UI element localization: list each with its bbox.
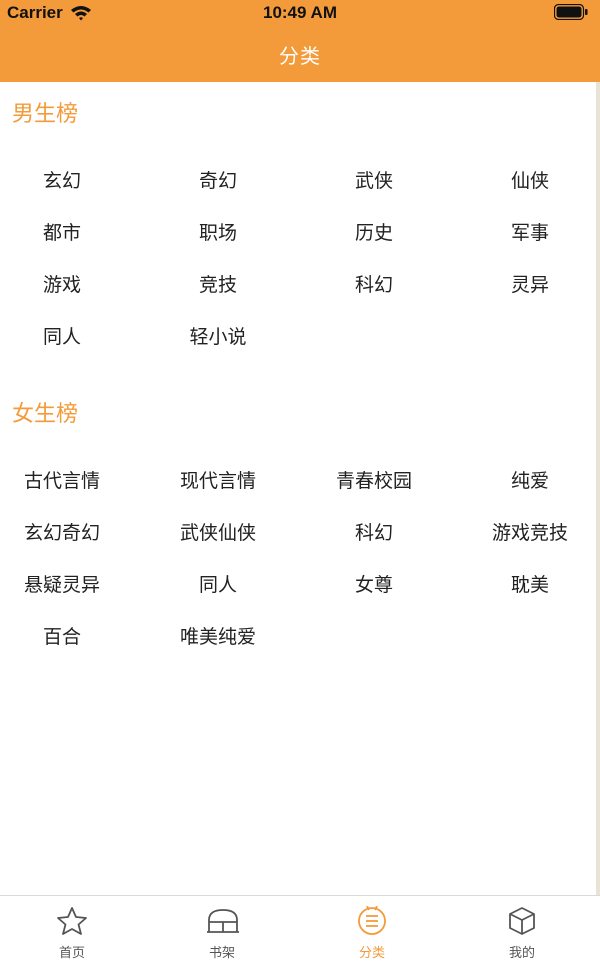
category-item[interactable]: 同人	[143, 570, 293, 600]
category-icon	[358, 906, 386, 935]
tab-bar: 首页 书架 分类 我的	[0, 895, 600, 978]
tab-label: 我的	[508, 946, 535, 961]
category-item[interactable]: 灵异	[455, 270, 600, 300]
category-item[interactable]: 游戏	[0, 270, 137, 300]
tab-home[interactable]: 首页	[0, 896, 147, 978]
tab-mine[interactable]: 我的	[447, 896, 597, 978]
category-item[interactable]: 古代言情	[0, 466, 137, 496]
tab-label: 分类	[358, 946, 385, 961]
category-item[interactable]: 仙侠	[455, 166, 600, 196]
category-item[interactable]: 职场	[143, 218, 293, 248]
tab-label: 首页	[58, 946, 85, 961]
category-item[interactable]: 纯爱	[455, 466, 600, 496]
category-item[interactable]: 武侠	[299, 166, 449, 196]
category-item[interactable]: 玄幻	[0, 166, 137, 196]
category-item[interactable]: 科幻	[299, 518, 449, 548]
tab-category[interactable]: 分类	[297, 896, 447, 978]
category-item[interactable]: 百合	[0, 622, 137, 652]
section-title-female: 女生榜	[12, 402, 79, 427]
status-time: 10:49 AM	[262, 3, 337, 22]
category-item[interactable]: 玄幻奇幻	[0, 518, 137, 548]
category-item[interactable]: 同人	[0, 322, 137, 352]
status-bar: Carrier 10:49 AM	[0, 0, 600, 28]
star-icon	[57, 907, 87, 935]
category-item[interactable]: 耽美	[455, 570, 600, 600]
category-item[interactable]: 游戏竞技	[455, 518, 600, 548]
header: Carrier 10:49 AM 分类	[0, 0, 600, 82]
category-item[interactable]: 历史	[299, 218, 449, 248]
category-item[interactable]: 青春校园	[299, 466, 449, 496]
category-item[interactable]: 军事	[455, 218, 600, 248]
category-item[interactable]: 武侠仙侠	[143, 518, 293, 548]
category-item[interactable]: 都市	[0, 218, 137, 248]
page-title: 分类	[279, 44, 321, 68]
bookshelf-icon	[207, 909, 239, 933]
tab-label: 书架	[208, 946, 235, 961]
category-item[interactable]: 奇幻	[143, 166, 293, 196]
category-item[interactable]: 现代言情	[143, 466, 293, 496]
category-item[interactable]: 科幻	[299, 270, 449, 300]
box-icon	[509, 907, 535, 935]
category-item[interactable]: 女尊	[299, 570, 449, 600]
category-item[interactable]: 竞技	[143, 270, 293, 300]
section-title-male: 男生榜	[12, 102, 79, 127]
category-item[interactable]: 悬疑灵异	[0, 570, 137, 600]
tab-bookshelf[interactable]: 书架	[147, 896, 297, 978]
category-item[interactable]: 轻小说	[143, 322, 293, 352]
battery-icon	[554, 4, 588, 20]
category-item[interactable]: 唯美纯爱	[143, 622, 293, 652]
